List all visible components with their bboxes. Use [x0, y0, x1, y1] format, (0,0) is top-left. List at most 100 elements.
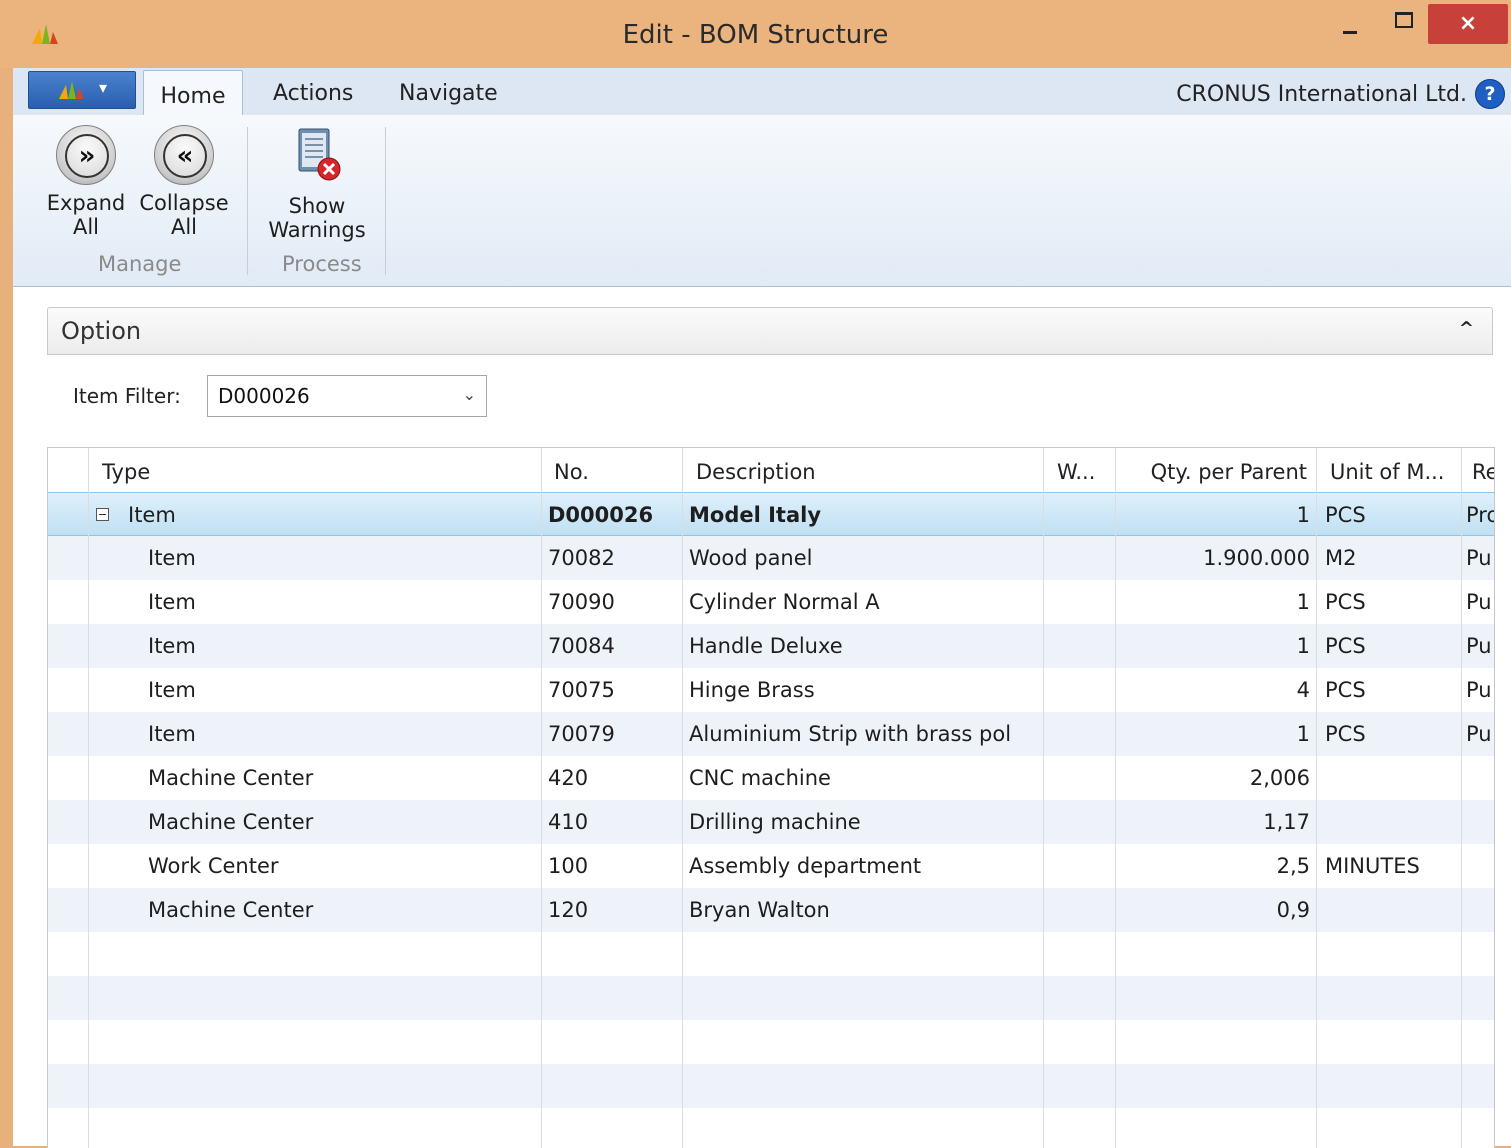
cell-description: Wood panel — [689, 546, 813, 570]
cell-unit-of-measure: PCS — [1325, 503, 1366, 527]
cell-qty-per-parent: 1 — [1296, 503, 1310, 527]
grid-line — [1115, 448, 1116, 1148]
table-row[interactable]: Item D000026 Model Italy 1 PCS Pro − — [48, 492, 1494, 536]
chevron-down-icon[interactable]: ⌄ — [463, 385, 476, 404]
table-row[interactable]: Machine Center 420 CNC machine 2,006 — [48, 756, 1494, 800]
cell-type: Item — [148, 546, 196, 570]
column-header-type[interactable]: Type — [102, 460, 150, 484]
grid-line — [541, 448, 542, 1148]
table-row[interactable] — [48, 1020, 1494, 1064]
cell-description: Cylinder Normal A — [689, 590, 880, 614]
table-row[interactable]: Work Center 100 Assembly department 2,5 MINU… — [48, 844, 1494, 888]
cell-no: D000026 — [548, 503, 654, 527]
column-header-description[interactable]: Description — [696, 460, 816, 484]
column-header-qty-per-parent[interactable]: Qty. per Parent — [1119, 460, 1307, 484]
window-title: Edit - BOM Structure — [622, 20, 889, 50]
table-row[interactable] — [48, 1064, 1494, 1108]
ribbon: » Expand All « Collapse All Show Warning… — [13, 115, 1511, 287]
cell-description: Drilling machine — [689, 810, 861, 834]
page-content: Option ^ Item Filter: D000026 ⌄ Type No.… — [13, 287, 1511, 1148]
cell-qty-per-parent: 1 — [1296, 722, 1310, 746]
expand-all-label-1: Expand — [46, 191, 126, 215]
cell-type: Item — [148, 678, 196, 702]
bom-structure-grid: Type No. Description W... Qty. per Paren… — [47, 447, 1495, 1148]
collapse-all-button[interactable]: « Collapse All — [137, 125, 231, 239]
tab-navigate[interactable]: Navigate — [399, 81, 498, 106]
column-header-replenishment[interactable]: Re — [1472, 460, 1494, 484]
cell-type: Machine Center — [148, 766, 314, 790]
maximize-button[interactable] — [1386, 6, 1422, 46]
cell-type: Item — [148, 634, 196, 658]
cell-no: 410 — [548, 810, 589, 834]
cell-qty-per-parent: 1 — [1296, 590, 1310, 614]
cell-unit-of-measure: PCS — [1325, 634, 1366, 658]
cell-qty-per-parent: 2,5 — [1276, 854, 1310, 878]
cell-qty-per-parent: 4 — [1296, 678, 1310, 702]
ribbon-group-separator — [385, 127, 386, 275]
group-label-process: Process — [282, 252, 362, 276]
item-filter-dropdown[interactable]: D000026 ⌄ — [207, 375, 487, 417]
cell-replenishment: Pro — [1466, 503, 1494, 527]
cell-unit-of-measure: M2 — [1325, 546, 1357, 570]
minimize-button[interactable] — [1332, 6, 1368, 46]
cell-no: 70082 — [548, 546, 615, 570]
tab-actions[interactable]: Actions — [273, 81, 353, 106]
help-icon[interactable]: ? — [1475, 79, 1505, 109]
item-filter-label: Item Filter: — [73, 384, 181, 408]
table-row[interactable]: Item 70079 Aluminium Strip with brass pol 1… — [48, 712, 1494, 756]
table-row[interactable]: Item 70090 Cylinder Normal A 1 PCS Pu — [48, 580, 1494, 624]
table-row[interactable]: Machine Center 120 Bryan Walton 0,9 — [48, 888, 1494, 932]
cell-description: CNC machine — [689, 766, 831, 790]
cell-replenishment: Pu — [1466, 678, 1492, 702]
company-name[interactable]: CRONUS International Ltd. — [1176, 82, 1467, 107]
cell-qty-per-parent: 1 — [1296, 634, 1310, 658]
cell-unit-of-measure: PCS — [1325, 590, 1366, 614]
table-row[interactable]: Item 70084 Handle Deluxe 1 PCS Pu — [48, 624, 1494, 668]
chevron-down-icon: ▾ — [99, 78, 108, 97]
option-title: Option — [61, 317, 142, 345]
cell-qty-per-parent: 1.900.000 — [1203, 546, 1310, 570]
cell-qty-per-parent: 0,9 — [1276, 898, 1310, 922]
table-row[interactable] — [48, 1108, 1494, 1148]
application-menu-button[interactable]: ▾ — [28, 71, 136, 109]
minimize-icon — [1343, 30, 1357, 34]
cell-type: Machine Center — [148, 810, 314, 834]
tab-home[interactable]: Home — [143, 70, 243, 117]
cell-unit-of-measure: PCS — [1325, 678, 1366, 702]
cell-replenishment: Pu — [1466, 722, 1492, 746]
grid-line — [88, 448, 89, 1148]
cell-replenishment: Pu — [1466, 546, 1492, 570]
table-row[interactable] — [48, 976, 1494, 1020]
collapse-chevron-icon[interactable]: ^ — [1459, 318, 1474, 339]
collapse-all-icon: « — [154, 125, 214, 185]
column-header-unit-of-measure[interactable]: Unit of M... — [1330, 460, 1445, 484]
cell-no: 100 — [548, 854, 589, 878]
dynamics-logo-icon — [59, 81, 84, 99]
option-fasttab-header[interactable]: Option ^ — [47, 307, 1493, 355]
cell-type: Item — [148, 590, 196, 614]
cell-description: Aluminium Strip with brass pol — [689, 722, 1012, 746]
expand-all-button[interactable]: » Expand All — [45, 125, 127, 239]
table-row[interactable]: Item 70075 Hinge Brass 4 PCS Pu — [48, 668, 1494, 712]
cell-type: Item — [148, 722, 196, 746]
maximize-icon — [1395, 12, 1413, 28]
table-row[interactable]: Item 70082 Wood panel 1.900.000 M2 Pu — [48, 536, 1494, 580]
ribbon-tab-bar: ▾ Home Actions Navigate CRONUS Internati… — [13, 68, 1511, 117]
title-bar: Edit - BOM Structure × — [0, 0, 1511, 68]
item-filter-value: D000026 — [218, 384, 310, 408]
table-row[interactable] — [48, 932, 1494, 976]
show-warnings-button[interactable]: Show Warnings — [265, 125, 369, 242]
cell-no: 70084 — [548, 634, 615, 658]
cell-no: 120 — [548, 898, 589, 922]
tree-collapse-icon[interactable]: − — [96, 508, 109, 521]
column-header-no[interactable]: No. — [554, 460, 589, 484]
column-header-w[interactable]: W... — [1057, 460, 1095, 484]
cell-description: Hinge Brass — [689, 678, 815, 702]
grid-line — [682, 448, 683, 1148]
cell-description: Handle Deluxe — [689, 634, 843, 658]
table-row[interactable]: Machine Center 410 Drilling machine 1,17 — [48, 800, 1494, 844]
close-button[interactable]: × — [1428, 4, 1508, 44]
collapse-all-label-2: All — [170, 215, 198, 239]
show-warnings-label-1: Show — [288, 194, 346, 218]
cell-type: Machine Center — [148, 898, 314, 922]
